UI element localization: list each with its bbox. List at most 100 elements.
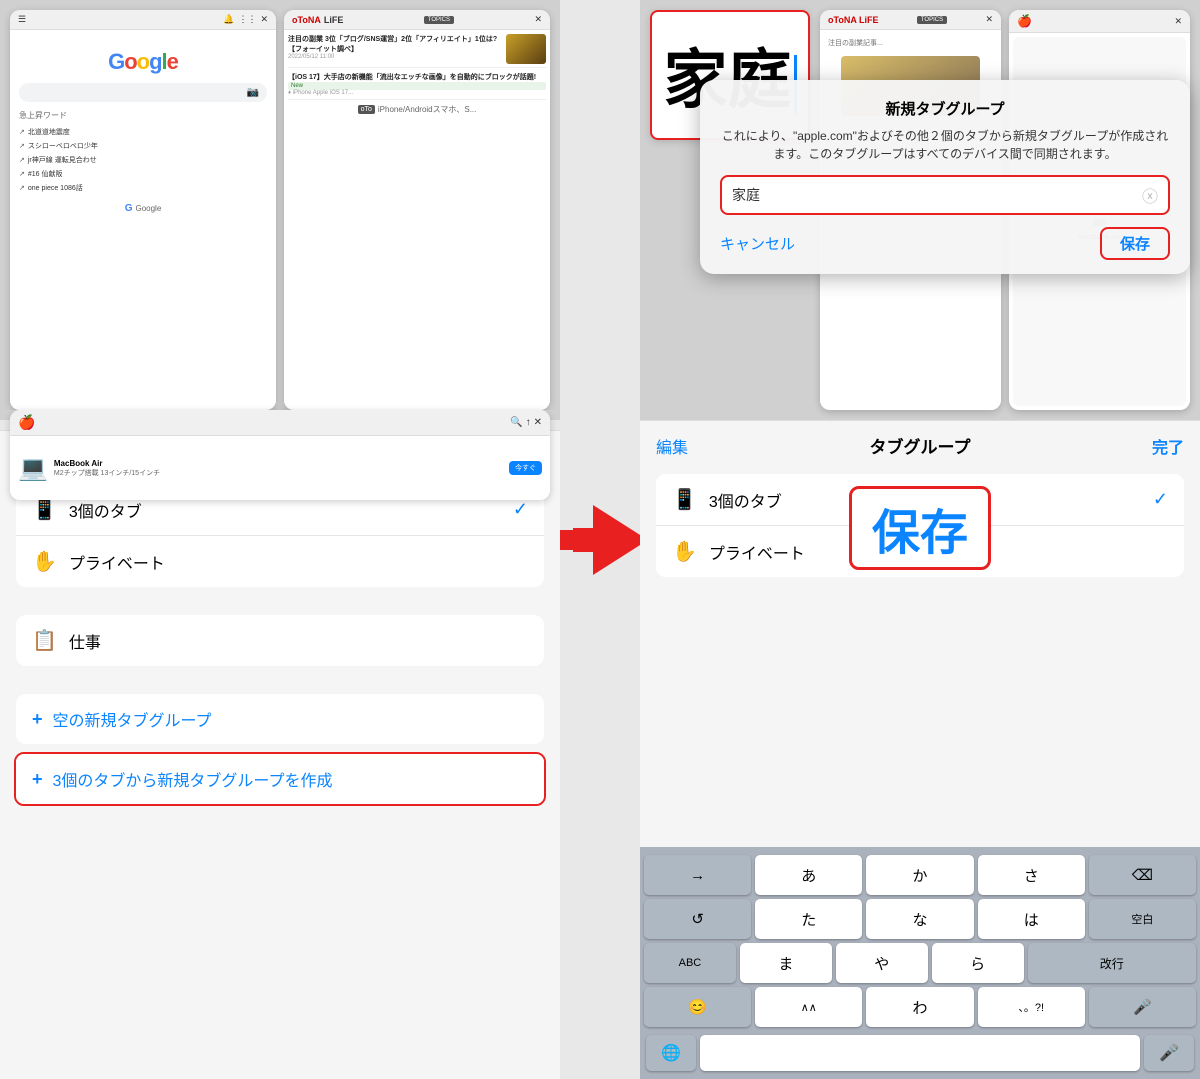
trending-item-5: ↗ one piece 1086話: [19, 181, 267, 195]
key-emoji[interactable]: 😊: [644, 987, 751, 1027]
close-icon[interactable]: ✕: [260, 14, 268, 25]
new-tab-group-dialog: 新規タブグループ これにより、"apple.com"およびその他２個のタブから新…: [700, 80, 1190, 274]
key-abc[interactable]: ABC: [644, 943, 736, 983]
key-sa[interactable]: さ: [978, 855, 1085, 895]
list-item-work[interactable]: 📋 仕事: [16, 615, 544, 666]
new-empty-group-item[interactable]: + 空の新規タブグループ: [16, 694, 544, 744]
dialog-buttons: キャンセル 保存: [720, 227, 1170, 260]
clear-input-icon[interactable]: ⓧ: [1142, 183, 1158, 207]
grid-icon: ⋮⋮: [238, 14, 256, 25]
left-bottom-list: 編集 タブグループ 完了 📱 3個のタブ ✓ ✋ プライベート 📋 仕事: [0, 430, 560, 1079]
new-tabs-group-item[interactable]: + 3個のタブから新規タブグループを作成: [16, 754, 544, 804]
highlighted-new-group-container: + 3個のタブから新規タブグループを作成: [14, 752, 546, 806]
plus-icon-empty: +: [32, 709, 43, 730]
key-ma[interactable]: ま: [740, 943, 832, 983]
apple-card-header: 🍎 🔍 ↑ ✕: [10, 410, 550, 436]
apple-select-btn[interactable]: 今すぐ: [509, 461, 542, 475]
private-label: プライベート: [69, 550, 528, 574]
key-spacebar-bottom[interactable]: [700, 1035, 1140, 1071]
right-private-icon: ✋: [672, 539, 697, 564]
key-ya[interactable]: や: [836, 943, 928, 983]
google-card-header: ☰ 🔔 ⋮⋮ ✕: [10, 10, 276, 30]
trending-section: 急上昇ワード ↗ 北道道地震度 ↗ スシローベロベロ少年 ↗ jr神戸線 運転見…: [14, 110, 272, 195]
key-na[interactable]: な: [866, 899, 973, 939]
right-tab-group-header: 編集 タブグループ 完了: [640, 421, 1200, 470]
key-undo[interactable]: ↺: [644, 899, 751, 939]
work-label: 仕事: [69, 629, 528, 653]
search-camera-icon: 📷: [247, 87, 259, 98]
key-globe[interactable]: 🌐: [646, 1035, 696, 1071]
key-a[interactable]: あ: [755, 855, 862, 895]
topics-badge: TOPICS: [424, 16, 454, 24]
save-button-outlined[interactable]: 保存: [1100, 227, 1170, 260]
private-icon: ✋: [32, 549, 57, 574]
apple-card-body: 💻 MacBook Air M2チップ搭載 13インチ/15インチ 今すぐ: [10, 436, 550, 500]
news-close-icon[interactable]: ✕: [534, 14, 542, 25]
key-backspace[interactable]: ⌫: [1089, 855, 1196, 895]
bell-icon: 🔔: [223, 14, 234, 25]
key-punct[interactable]: 、。?!: [978, 987, 1085, 1027]
google-search-bar[interactable]: 📷: [19, 83, 267, 102]
key-arrow[interactable]: →: [644, 855, 751, 895]
list-item-private[interactable]: ✋ プライベート: [16, 536, 544, 587]
key-return[interactable]: 改行: [1028, 943, 1196, 983]
key-wa[interactable]: わ: [866, 987, 973, 1027]
key-ta[interactable]: た: [755, 899, 862, 939]
cancel-button[interactable]: キャンセル: [720, 233, 795, 254]
key-hatena[interactable]: ∧∧: [755, 987, 862, 1027]
apple-card-row: 🍎 🔍 ↑ ✕ 💻 MacBook Air M2チップ搭載 13インチ/15イン…: [0, 410, 560, 420]
news-footer: oTo iPhone/Androidスマホ、S...: [288, 104, 546, 115]
right-edit-button[interactable]: 編集: [656, 434, 688, 458]
keyboard-row-1: → あ か さ ⌫: [644, 855, 1196, 895]
big-save-label: 保存: [849, 486, 991, 570]
save-label: 保存: [1120, 236, 1150, 253]
key-ka[interactable]: か: [866, 855, 973, 895]
google-browser-card: ☰ 🔔 ⋮⋮ ✕ Google 📷 急上昇ワード ↗: [10, 10, 276, 410]
share-icon: ↑: [526, 417, 531, 428]
arrow: [553, 505, 648, 575]
apple-close-icon[interactable]: ✕: [534, 417, 542, 428]
tabs-label: 3個のタブ: [69, 498, 513, 522]
apple-browser-card: 🍎 🔍 ↑ ✕ 💻 MacBook Air M2チップ搭載 13インチ/15イン…: [10, 410, 550, 500]
news-card-body: 注目の副業 3位「ブログ/SNS運営」2位「アフィリエイト」1位は?【フォーイッ…: [284, 30, 550, 410]
arrow-container: [560, 0, 640, 1079]
google-logo: Google: [14, 49, 272, 75]
japanese-keyboard[interactable]: → あ か さ ⌫ ↺ た な は 空白 ABC ま や ら 改行 😊: [640, 847, 1200, 1079]
key-mic[interactable]: 🎤: [1089, 987, 1196, 1027]
trending-title: 急上昇ワード: [19, 110, 267, 121]
check-icon: ✓: [513, 499, 528, 520]
key-ra[interactable]: ら: [932, 943, 1024, 983]
left-new-group-section: + 空の新規タブグループ: [16, 694, 544, 744]
plus-icon-tabs: +: [32, 769, 43, 790]
work-icon: 📋: [32, 628, 57, 653]
search-icon: 🔍: [510, 417, 522, 428]
news-items: 注目の副業 3位「ブログ/SNS運営」2位「アフィリエイト」1位は?【フォーイッ…: [288, 34, 546, 100]
highlighted-new-group[interactable]: + 3個のタブから新規タブグループを作成: [14, 752, 546, 806]
dialog-body: これにより、"apple.com"およびその他２個のタブから新規タブグループが作…: [720, 127, 1170, 163]
keyboard-bottom-row: 🌐 🎤: [644, 1031, 1196, 1071]
news-item-2: 【iOS 17】大手店の新機能「流出なエッチな画像」を自動的にブロックが話題! …: [288, 72, 546, 100]
new-empty-group-label: 空の新規タブグループ: [53, 707, 212, 731]
trending-item-1: ↗ 北道道地震度: [19, 125, 267, 139]
left-list-section-2: 📋 仕事: [16, 615, 544, 666]
news-card-header: oToNA LiFE TOPICS ✕: [284, 10, 550, 30]
trending-item-2: ↗ スシローベロベロ少年: [19, 139, 267, 153]
key-ha[interactable]: は: [978, 899, 1085, 939]
dialog-title: 新規タブグループ: [720, 98, 1170, 119]
dialog-input[interactable]: 家庭: [732, 185, 1142, 205]
key-mic-bottom[interactable]: 🎤: [1144, 1035, 1194, 1071]
key-space[interactable]: 空白: [1089, 899, 1196, 939]
right-done-button[interactable]: 完了: [1152, 434, 1184, 458]
right-news-close[interactable]: ✕: [985, 14, 993, 25]
news-item-1: 注目の副業 3位「ブログ/SNS運営」2位「アフィリエイト」1位は?【フォーイッ…: [288, 34, 546, 68]
dialog-input-row: 家庭 ⓧ: [720, 175, 1170, 215]
right-news-header: oToNA LiFE TOPICS ✕: [820, 10, 1001, 30]
left-browser-area: ☰ 🔔 ⋮⋮ ✕ Google 📷 急上昇ワード ↗: [0, 0, 560, 420]
list-divider-1: [0, 591, 560, 611]
right-browser-area: 家庭 oToNA LiFE TOPICS ✕ 注目の副業記事... 🍎 ✕ M2…: [640, 0, 1200, 420]
right-panel: 家庭 oToNA LiFE TOPICS ✕ 注目の副業記事... 🍎 ✕ M2…: [640, 0, 1200, 1079]
trending-item-3: ↗ jr神戸線 運転見合わせ: [19, 153, 267, 167]
right-tabs-icon: 📱: [672, 487, 697, 512]
right-apple-close[interactable]: ✕: [1174, 16, 1182, 27]
new-tabs-group-label: 3個のタブから新規タブグループを作成: [53, 767, 333, 791]
